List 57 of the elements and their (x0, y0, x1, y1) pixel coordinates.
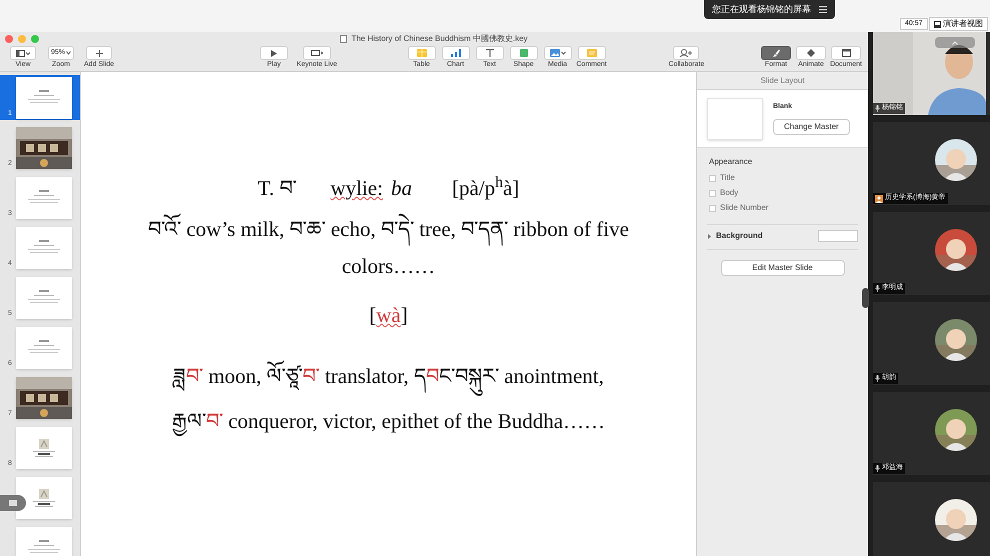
edit-master-button[interactable]: Edit Master Slide (720, 260, 844, 276)
zoom-button[interactable] (31, 35, 39, 43)
floating-toolbar-handle[interactable] (0, 495, 26, 511)
slide-thumbnail[interactable] (16, 77, 72, 119)
master-thumbnail[interactable] (707, 98, 763, 140)
checkbox[interactable] (709, 174, 716, 182)
figure-icon (39, 489, 49, 499)
slide-text: རྒྱལ་བ་ conqueror, victor, epithet of the Buddha…… (172, 403, 606, 440)
slide-thumbnail[interactable] (16, 127, 72, 169)
checkbox-label: Body (720, 187, 738, 199)
change-master-button[interactable]: Change Master (773, 118, 850, 135)
slide-thumbnail[interactable] (16, 377, 72, 419)
menu-icon (819, 6, 827, 13)
slide-text: T. བ་ wylie: ba [pà/p$^{h}$à] (258, 173, 520, 202)
document-icon (340, 35, 348, 43)
paintbrush-icon (772, 49, 780, 57)
slide-thumbnail[interactable] (16, 477, 72, 519)
collapse-button[interactable] (935, 37, 975, 48)
section-heading: Appearance (709, 156, 754, 168)
image-icon (550, 49, 566, 57)
slide-thumbnail[interactable] (16, 327, 72, 369)
color-well[interactable] (818, 230, 858, 242)
square-icon (520, 49, 528, 57)
layout-icon (934, 20, 941, 28)
collaborate-icon (679, 49, 694, 57)
grid-icon (9, 500, 17, 506)
slide-text: ཟླབ་ moon, ལོ་ཙཱ་བ་ translator, དབང་བསྐུར་ anointment, (173, 358, 604, 395)
checkbox[interactable] (709, 190, 716, 196)
view-layout-icon (16, 50, 30, 56)
minimize-button[interactable] (18, 35, 26, 43)
table-icon (416, 49, 427, 57)
page-icon (842, 49, 851, 57)
chevron-up-icon (952, 40, 958, 44)
figure-icon (39, 439, 49, 449)
note-icon (586, 49, 597, 57)
checkbox[interactable] (709, 204, 716, 212)
checkbox-label: Slide Number (720, 202, 768, 214)
background-label: Background (716, 230, 764, 242)
monitor-icon (310, 50, 323, 56)
slide-thumbnail[interactable] (16, 177, 72, 219)
slide-thumbnail[interactable] (16, 427, 72, 469)
slide-thumbnail[interactable] (16, 227, 72, 269)
collapse-handle[interactable] (862, 288, 869, 308)
plus-icon (96, 50, 102, 56)
text-icon (486, 49, 494, 57)
view-button[interactable]: 演讲者视图 (929, 17, 988, 31)
banner-text: 您正在观看杨锦铭的屏幕 (712, 2, 811, 16)
bar-chart-icon (450, 49, 461, 57)
caret-icon (66, 51, 71, 55)
checkbox-label: Title (720, 172, 735, 184)
slide-text: [wà] (369, 302, 408, 329)
slide-text: བ་འོ་ cow’s milk, བ་ཆ་ echo, བ་དེ་ tree, བ་དན་ ribbon of five colors…… (118, 211, 658, 285)
window-title: The History of Chinese Buddhism 中國佛教史.key (351, 33, 528, 45)
close-button[interactable] (5, 35, 13, 43)
slide-thumbnail[interactable] (16, 277, 72, 319)
play-icon (270, 50, 278, 56)
diamond-icon (806, 49, 816, 57)
